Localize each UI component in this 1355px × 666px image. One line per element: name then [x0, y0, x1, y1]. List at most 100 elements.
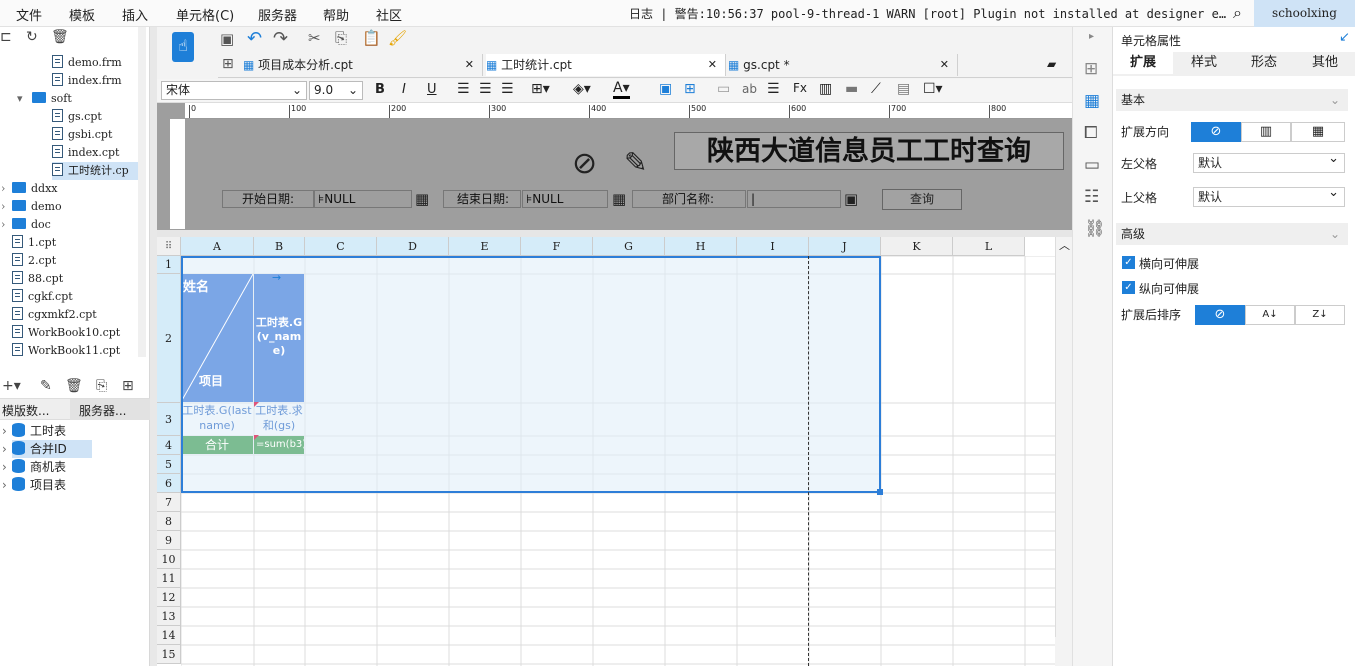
undo-icon[interactable]: ↶: [247, 28, 262, 49]
align-left-icon[interactable]: ☰: [457, 81, 470, 97]
tree-file[interactable]: index.frm: [52, 72, 122, 90]
tree-folder[interactable]: ▾ soft: [17, 90, 72, 108]
section-advanced[interactable]: 高级 ⌄: [1116, 223, 1348, 245]
row-header[interactable]: 1: [157, 256, 181, 274]
underline-icon[interactable]: U: [427, 82, 437, 97]
paragraph-icon[interactable]: ☰: [767, 81, 780, 97]
column-header[interactable]: C: [305, 237, 377, 256]
cell-b3[interactable]: 工时表.求和(gs): [254, 403, 304, 435]
dataset-item[interactable]: › 合并ID: [2, 440, 92, 458]
menu-server[interactable]: 服务器: [258, 5, 297, 24]
tree-file[interactable]: WorkBook10.cpt: [12, 324, 120, 342]
widget-settings-icon[interactable]: ▭: [1084, 155, 1100, 175]
tab-expand[interactable]: 扩展: [1113, 52, 1173, 74]
font-size-select[interactable]: 9.0 ⌄: [309, 81, 363, 100]
doc-tab[interactable]: ▦ 工时统计.cpt ✕: [486, 54, 726, 76]
tree-folder[interactable]: › doc: [1, 216, 51, 234]
align-center-icon[interactable]: ☰: [479, 81, 492, 97]
expand-panel-icon[interactable]: ↙: [1339, 30, 1350, 45]
sort-none-button[interactable]: ⊘: [1195, 305, 1245, 325]
query-button[interactable]: 查询: [882, 189, 962, 210]
report-title[interactable]: 陕西大道信息员工工时查询: [674, 132, 1064, 170]
cell-attr-icon[interactable]: ▦: [1084, 91, 1100, 111]
sort-asc-button[interactable]: A↓: [1245, 305, 1295, 325]
dataset-item[interactable]: › 工时表: [2, 422, 66, 440]
cell-a2[interactable]: 姓名 项目: [181, 274, 253, 402]
row-header[interactable]: 15: [157, 645, 181, 664]
chevron-down-icon[interactable]: ▾: [17, 90, 23, 108]
chevron-right-icon[interactable]: ›: [2, 422, 7, 440]
text-icon[interactable]: ab: [742, 82, 757, 96]
row-header[interactable]: 7: [157, 493, 181, 512]
delete-icon[interactable]: 🗑: [51, 29, 69, 45]
menu-file[interactable]: 文件: [16, 5, 42, 24]
tree-file[interactable]: WorkBook11.cpt: [12, 342, 120, 360]
chevron-right-icon[interactable]: ›: [2, 458, 7, 476]
tree-file[interactable]: 1.cpt: [12, 234, 56, 252]
v-stretch-checkbox[interactable]: ✓: [1122, 281, 1135, 294]
preview-icon[interactable]: ⎘: [96, 378, 107, 394]
insert-row-icon[interactable]: ▭: [717, 81, 730, 97]
font-color-icon[interactable]: A▾: [613, 80, 630, 99]
dept-picker-icon[interactable]: ▣: [844, 190, 858, 208]
float-element-icon[interactable]: ⧠: [1084, 123, 1098, 143]
chart-icon[interactable]: ▥: [819, 81, 832, 97]
close-icon[interactable]: ✕: [940, 54, 949, 76]
expand-horizontal-button[interactable]: ▦: [1291, 122, 1345, 142]
cell-a3[interactable]: 工时表.G(lastname): [181, 403, 253, 435]
tree-file[interactable]: 2.cpt: [12, 252, 56, 270]
hide-icon[interactable]: ⊘: [572, 146, 597, 181]
tree-file[interactable]: cgkf.cpt: [12, 288, 73, 306]
chevron-right-icon[interactable]: ›: [1, 216, 5, 234]
tab-form[interactable]: 形态: [1234, 52, 1294, 74]
row-header[interactable]: 14: [157, 626, 181, 645]
fill-handle[interactable]: [877, 489, 883, 495]
unmerge-icon[interactable]: ⊞: [684, 81, 696, 97]
tab-menu-icon[interactable]: ▰: [1047, 57, 1056, 71]
row-header[interactable]: 6: [157, 474, 181, 493]
chevron-right-icon[interactable]: ›: [2, 440, 7, 458]
doc-tab[interactable]: ▦ 项目成本分析.cpt ✕: [243, 54, 483, 76]
copy-icon[interactable]: ⎘: [335, 29, 347, 47]
paste-icon[interactable]: 📋: [362, 29, 381, 47]
border-icon[interactable]: ⊞▾: [531, 81, 550, 97]
menu-insert[interactable]: 插入: [122, 5, 148, 24]
chevron-right-icon[interactable]: ›: [1, 198, 5, 216]
close-icon[interactable]: ✕: [708, 54, 717, 76]
column-header[interactable]: E: [449, 237, 521, 256]
widget-icon[interactable]: ⊞: [1084, 59, 1098, 79]
section-basic[interactable]: 基本 ⌄: [1116, 89, 1348, 111]
image-icon[interactable]: ▬: [845, 81, 858, 97]
expand-none-button[interactable]: ⊘: [1191, 122, 1241, 142]
row-header[interactable]: 4: [157, 436, 181, 455]
redo-icon[interactable]: ↷: [273, 28, 288, 49]
row-header[interactable]: 3: [157, 403, 181, 436]
row-header[interactable]: 13: [157, 607, 181, 626]
font-select[interactable]: 宋体 ⌄: [161, 81, 307, 100]
tab-other[interactable]: 其他: [1295, 52, 1355, 74]
row-header[interactable]: 2: [157, 274, 181, 403]
tree-folder[interactable]: › demo: [1, 198, 62, 216]
column-header[interactable]: I: [737, 237, 809, 256]
chevron-right-icon[interactable]: ›: [1, 180, 5, 198]
select-all-corner[interactable]: ⠿: [157, 237, 181, 256]
cell-b2[interactable]: 工时表.G(v_name): [254, 274, 304, 402]
delete-dataset-icon[interactable]: 🗑: [65, 378, 83, 394]
menu-template[interactable]: 模板: [69, 5, 95, 24]
user-account[interactable]: schoolxing: [1254, 0, 1355, 27]
tree-file[interactable]: demo.frm: [52, 54, 122, 72]
column-header[interactable]: K: [881, 237, 953, 256]
open-folder-icon[interactable]: ⊏: [0, 29, 12, 45]
tree-file[interactable]: gs.cpt: [52, 108, 102, 126]
formula-icon[interactable]: Fx: [793, 81, 807, 95]
tree-file[interactable]: cgxmkf2.cpt: [12, 306, 97, 324]
refresh-icon[interactable]: ↻: [26, 29, 38, 45]
collapse-icon[interactable]: ▸: [1089, 31, 1094, 42]
calendar-icon[interactable]: ▦: [415, 190, 429, 208]
start-date-input[interactable]: ⊧NULL: [314, 190, 412, 208]
tree-folder[interactable]: › ddxx: [1, 180, 58, 198]
tree-file[interactable]: 88.cpt: [12, 270, 63, 288]
cell-b4[interactable]: =sum(b3): [254, 436, 304, 454]
left-parent-select[interactable]: 默认: [1193, 150, 1345, 173]
pane-splitter[interactable]: [157, 230, 1072, 237]
